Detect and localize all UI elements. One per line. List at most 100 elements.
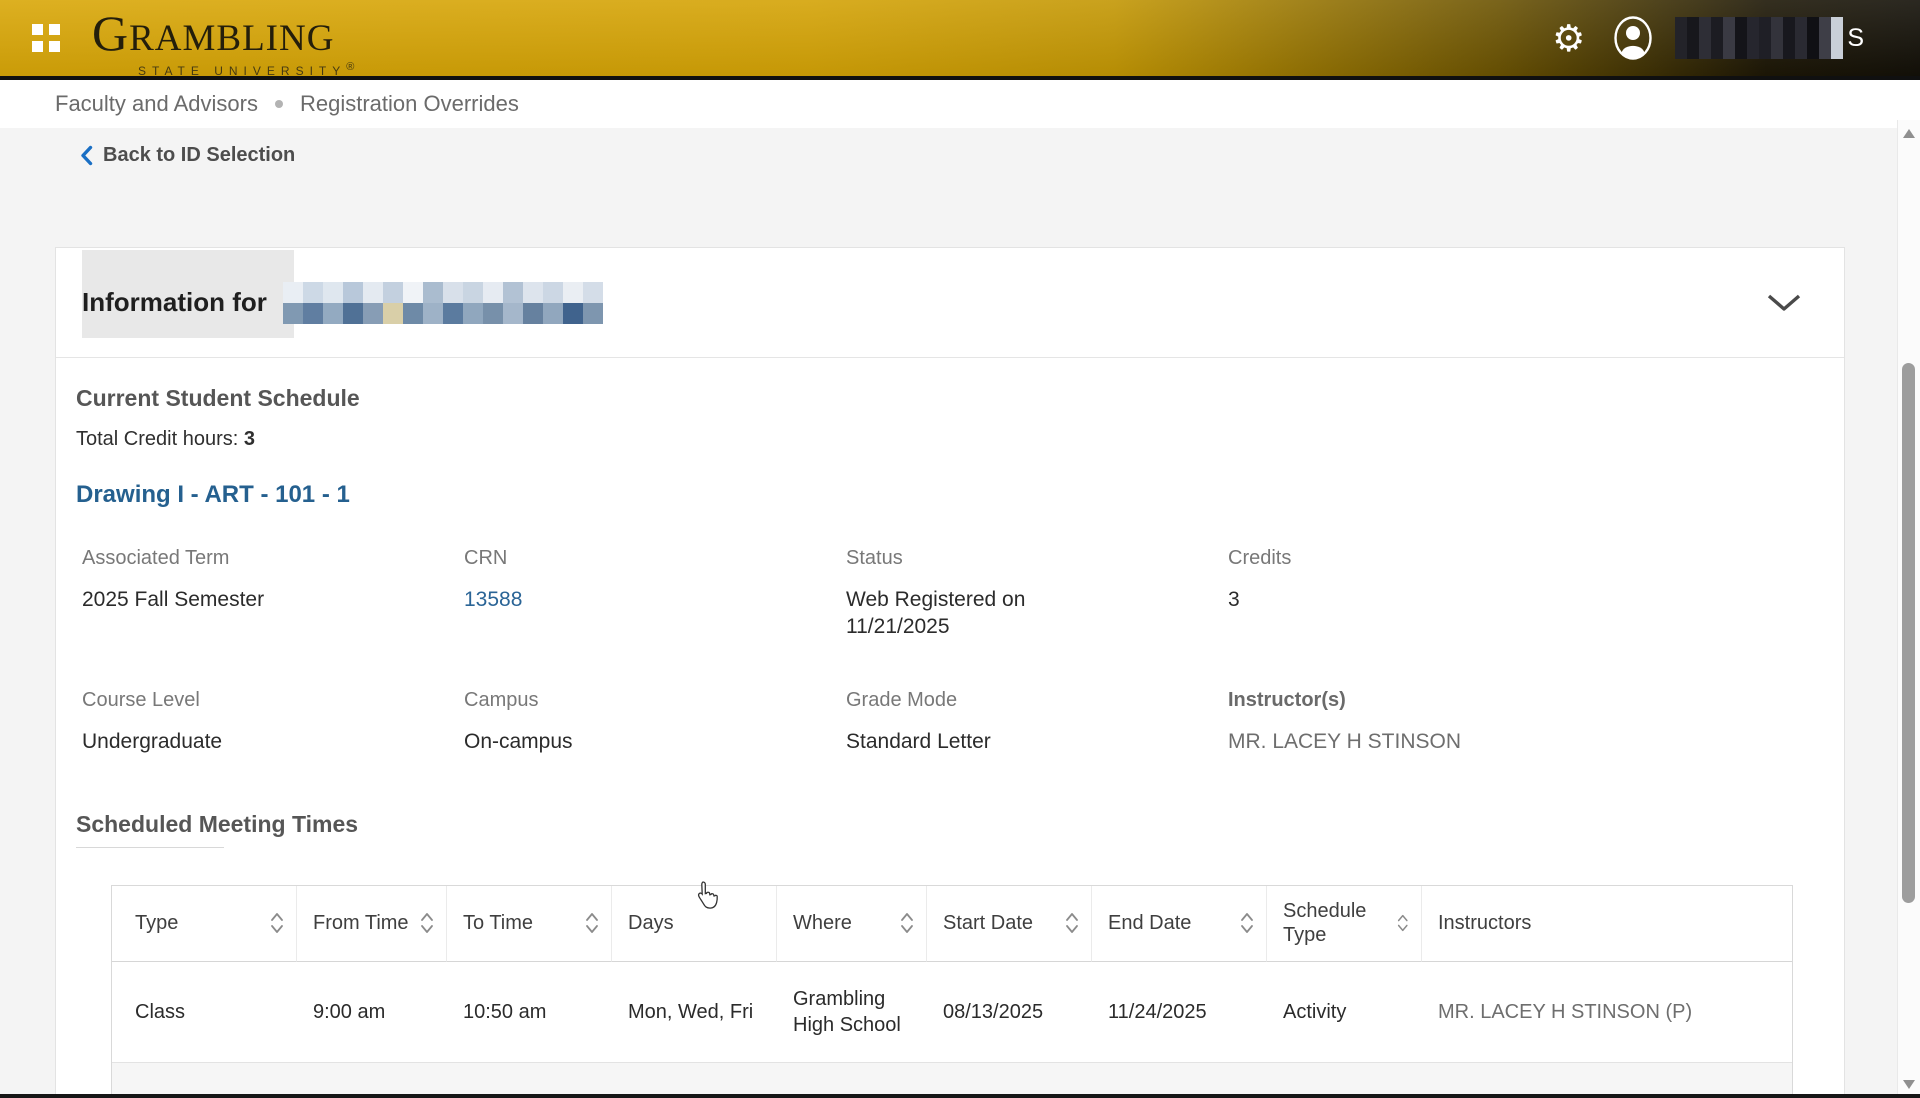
redacted-block bbox=[1783, 17, 1795, 59]
user-avatar-icon[interactable] bbox=[1613, 14, 1653, 62]
column-label: Type bbox=[135, 911, 178, 935]
panel-title: Information for bbox=[82, 287, 267, 318]
column-header-to-time[interactable]: To Time bbox=[447, 886, 612, 962]
table-footer-strip bbox=[112, 1062, 1792, 1098]
column-header-end-date[interactable]: End Date bbox=[1092, 886, 1267, 962]
header-actions: ⚙ S bbox=[1552, 0, 1864, 76]
meeting-times-heading: Scheduled Meeting Times bbox=[76, 811, 1844, 838]
meeting-instructors-cell: MR. LACEY H STINSON (P) bbox=[1422, 962, 1792, 1062]
redacted-block bbox=[523, 282, 543, 303]
column-label: Instructors bbox=[1438, 911, 1531, 935]
field-value: 2025 Fall Semester bbox=[82, 586, 464, 613]
redacted-block bbox=[583, 282, 603, 303]
sort-icon[interactable] bbox=[585, 912, 599, 934]
back-chevron-icon bbox=[80, 145, 93, 166]
column-header-start-date[interactable]: Start Date bbox=[927, 886, 1092, 962]
redacted-block bbox=[303, 282, 323, 303]
breadcrumb-item: Registration Overrides bbox=[300, 91, 519, 117]
redacted-block bbox=[563, 303, 583, 324]
course-title-link[interactable]: Drawing I - ART - 101 - 1 bbox=[76, 481, 1844, 509]
field-value: 3 bbox=[1228, 586, 1610, 613]
course-field: Instructor(s)MR. LACEY H STINSON bbox=[1228, 689, 1610, 755]
redacted-block bbox=[1819, 17, 1831, 59]
sort-icon[interactable] bbox=[1240, 912, 1254, 934]
page-content: Back to ID Selection Information for Cur… bbox=[0, 143, 1920, 1098]
redacted-block bbox=[323, 282, 343, 303]
meeting-cell: 08/13/2025 bbox=[927, 962, 1092, 1062]
redacted-username bbox=[1675, 17, 1843, 59]
column-header-from-time[interactable]: From Time bbox=[297, 886, 447, 962]
redacted-block bbox=[323, 303, 343, 324]
sort-icon[interactable] bbox=[270, 912, 284, 934]
app-header: GRAMBLING STATE UNIVERSITY® ⚙ S bbox=[0, 0, 1920, 76]
redacted-block bbox=[343, 282, 363, 303]
information-panel-header[interactable]: Information for bbox=[56, 248, 1844, 358]
table-footer-cell bbox=[112, 1062, 1792, 1098]
meeting-cell: 11/24/2025 bbox=[1092, 962, 1267, 1062]
redacted-block bbox=[363, 282, 383, 303]
field-label: Course Level bbox=[82, 689, 464, 712]
field-label: Campus bbox=[464, 689, 846, 712]
field-label: Grade Mode bbox=[846, 689, 1228, 712]
sort-icon[interactable] bbox=[900, 912, 914, 934]
university-logo: GRAMBLING STATE UNIVERSITY® bbox=[92, 6, 360, 78]
schedule-section: Current Student Schedule Total Credit ho… bbox=[56, 358, 1844, 1098]
meeting-time-row: Class9:00 am10:50 amMon, Wed, FriGrambli… bbox=[112, 962, 1792, 1062]
redacted-block bbox=[503, 303, 523, 324]
breadcrumb-item[interactable]: Faculty and Advisors bbox=[55, 91, 258, 117]
app-menu-grid-icon[interactable] bbox=[32, 24, 60, 52]
redacted-block bbox=[583, 303, 603, 324]
field-label: Instructor(s) bbox=[1228, 689, 1610, 712]
meeting-cell: Mon, Wed, Fri bbox=[612, 962, 777, 1062]
redacted-block bbox=[363, 303, 383, 324]
field-value: Standard Letter bbox=[846, 728, 1228, 755]
scrollbar-down-arrow-icon[interactable] bbox=[1903, 1080, 1915, 1089]
column-header-days: Days bbox=[612, 886, 777, 962]
redacted-block bbox=[1747, 17, 1759, 59]
field-label: CRN bbox=[464, 547, 846, 570]
sort-icon[interactable] bbox=[420, 912, 434, 934]
sort-icon[interactable] bbox=[1065, 912, 1079, 934]
back-to-id-selection-link[interactable]: Back to ID Selection bbox=[80, 143, 1920, 167]
redacted-block bbox=[1795, 17, 1807, 59]
redacted-row bbox=[283, 303, 603, 324]
scrollbar-up-arrow-icon[interactable] bbox=[1903, 129, 1915, 138]
field-value: Undergraduate bbox=[82, 728, 464, 755]
username-suffix: S bbox=[1847, 24, 1864, 53]
redacted-block bbox=[303, 303, 323, 324]
scrollbar-thumb[interactable] bbox=[1902, 363, 1915, 903]
crn-link[interactable]: 13588 bbox=[464, 586, 846, 613]
settings-gear-icon[interactable]: ⚙ bbox=[1552, 20, 1585, 57]
column-label: Schedule Type bbox=[1283, 899, 1391, 947]
chevron-down-icon[interactable] bbox=[1766, 293, 1802, 313]
redacted-block bbox=[483, 303, 503, 324]
redacted-block bbox=[1807, 17, 1819, 59]
meeting-cell: 10:50 am bbox=[447, 962, 612, 1062]
heading-underline bbox=[76, 847, 224, 848]
redacted-block bbox=[283, 303, 303, 324]
information-panel: Information for Current Student Schedule… bbox=[55, 247, 1845, 1098]
redacted-student-name bbox=[283, 282, 603, 324]
redacted-block bbox=[403, 282, 423, 303]
breadcrumb: Faculty and Advisors Registration Overrid… bbox=[0, 80, 1920, 128]
redacted-block bbox=[423, 282, 443, 303]
meeting-cell: Grambling High School bbox=[777, 962, 927, 1062]
field-value: Web Registered on 11/21/2025 bbox=[846, 586, 1068, 641]
column-header-type[interactable]: Type bbox=[112, 886, 297, 962]
redacted-block bbox=[1723, 17, 1735, 59]
logo-wordmark: GRAMBLING bbox=[92, 6, 360, 61]
redacted-block bbox=[423, 303, 443, 324]
redacted-block bbox=[523, 303, 543, 324]
field-label: Status bbox=[846, 547, 1228, 570]
column-header-where[interactable]: Where bbox=[777, 886, 927, 962]
vertical-scrollbar[interactable] bbox=[1897, 120, 1920, 1098]
course-field: Status Web Registered on 11/21/2025 bbox=[846, 547, 1228, 641]
column-header-instructors: Instructors bbox=[1422, 886, 1792, 962]
field-label: Associated Term bbox=[82, 547, 464, 570]
column-label: Days bbox=[628, 911, 674, 935]
sort-icon[interactable] bbox=[1397, 912, 1409, 934]
redacted-block bbox=[1771, 17, 1783, 59]
course-field: Grade Mode Standard Letter bbox=[846, 689, 1228, 755]
breadcrumb-separator bbox=[275, 100, 283, 108]
column-header-schedule-type[interactable]: Schedule Type bbox=[1267, 886, 1422, 962]
